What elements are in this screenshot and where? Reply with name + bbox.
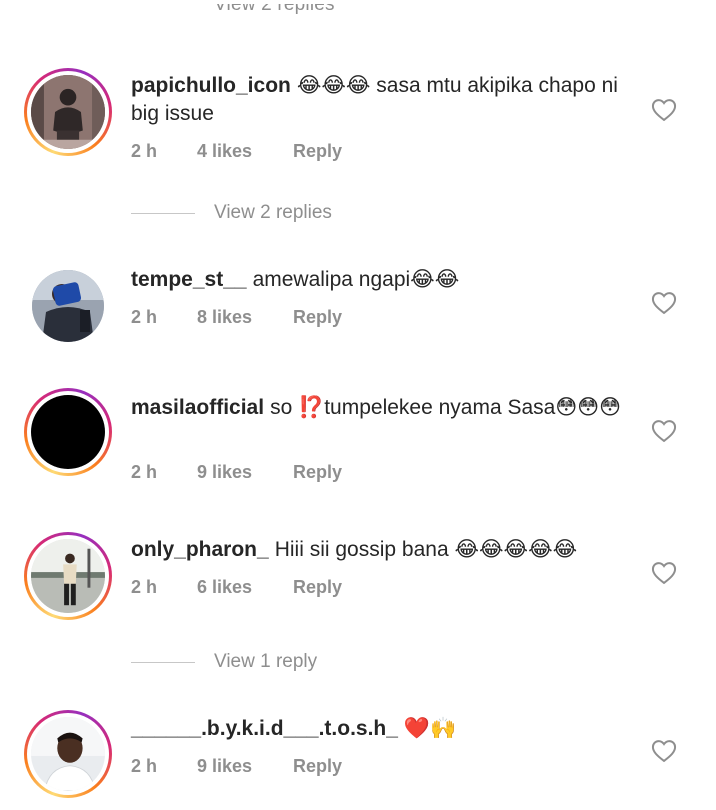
heart-outline-icon[interactable] xyxy=(650,96,678,124)
comment-time: 2 h xyxy=(131,307,158,327)
view-replies-button[interactable]: View 2 replies xyxy=(131,202,431,226)
comment-username[interactable]: only_pharon_ xyxy=(131,538,269,561)
avatar-photo xyxy=(31,75,105,149)
comment-likes[interactable]: 6 likes xyxy=(197,577,252,598)
comment-text: masilaofficial so ⁉️tumpelekee nyama Sasa… xyxy=(131,394,631,422)
heart-outline-icon[interactable] xyxy=(650,559,678,587)
comment-text: only_pharon_ Hiii sii gossip bana 😂😂😂😂😂 xyxy=(131,536,631,564)
comment-time: 2 h xyxy=(131,577,158,597)
comment-body: amewalipa ngapi😂😂 xyxy=(252,268,460,291)
avatar-photo xyxy=(31,395,105,469)
avatar[interactable] xyxy=(32,270,104,342)
comment-likes[interactable]: 4 likes xyxy=(197,141,252,162)
comment-body: ❤️🙌 xyxy=(403,717,457,740)
view-replies-partial[interactable]: View 2 replies xyxy=(214,4,335,26)
avatar-photo xyxy=(32,270,104,342)
reply-button[interactable]: Reply xyxy=(293,462,342,483)
avatar-photo xyxy=(31,717,105,791)
avatar[interactable] xyxy=(24,710,112,798)
avatar[interactable] xyxy=(24,68,112,156)
reply-button[interactable]: Reply xyxy=(293,141,342,162)
comment-likes[interactable]: 9 likes xyxy=(197,462,252,483)
reply-button[interactable]: Reply xyxy=(293,756,342,777)
divider xyxy=(131,662,195,663)
comment-username[interactable]: tempe_st__ xyxy=(131,268,247,291)
comment-text: tempe_st__ amewalipa ngapi😂😂 xyxy=(131,266,631,294)
comment-time: 2 h xyxy=(131,462,158,482)
heart-outline-icon[interactable] xyxy=(650,289,678,317)
reply-button[interactable]: Reply xyxy=(293,577,342,598)
avatar[interactable] xyxy=(24,388,112,476)
comment-likes[interactable]: 9 likes xyxy=(197,756,252,777)
comment-username[interactable]: masilaofficial xyxy=(131,396,264,419)
comment-username[interactable]: ______.b.y.k.i.d___.t.o.s.h_ xyxy=(131,717,398,740)
view-replies-button[interactable]: View 1 reply xyxy=(131,651,431,675)
comment-text: papichullo_icon 😂😂😂 sasa mtu akipika chap… xyxy=(131,72,631,128)
comment-time: 2 h xyxy=(131,756,158,776)
avatar[interactable] xyxy=(24,532,112,620)
heart-outline-icon[interactable] xyxy=(650,417,678,445)
reply-button[interactable]: Reply xyxy=(293,307,342,328)
comment-time: 2 h xyxy=(131,141,158,161)
comment-text: ______.b.y.k.i.d___.t.o.s.h_ ❤️🙌 xyxy=(131,715,631,743)
comment-username[interactable]: papichullo_icon xyxy=(131,74,291,97)
comment-body: so ⁉️tumpelekee nyama Sasa😳😳😳 xyxy=(270,396,622,419)
avatar-photo xyxy=(31,539,105,613)
heart-outline-icon[interactable] xyxy=(650,737,678,765)
divider xyxy=(131,213,195,214)
comment-likes[interactable]: 8 likes xyxy=(197,307,252,328)
comment-body: Hiii sii gossip bana 😂😂😂😂😂 xyxy=(274,538,578,561)
